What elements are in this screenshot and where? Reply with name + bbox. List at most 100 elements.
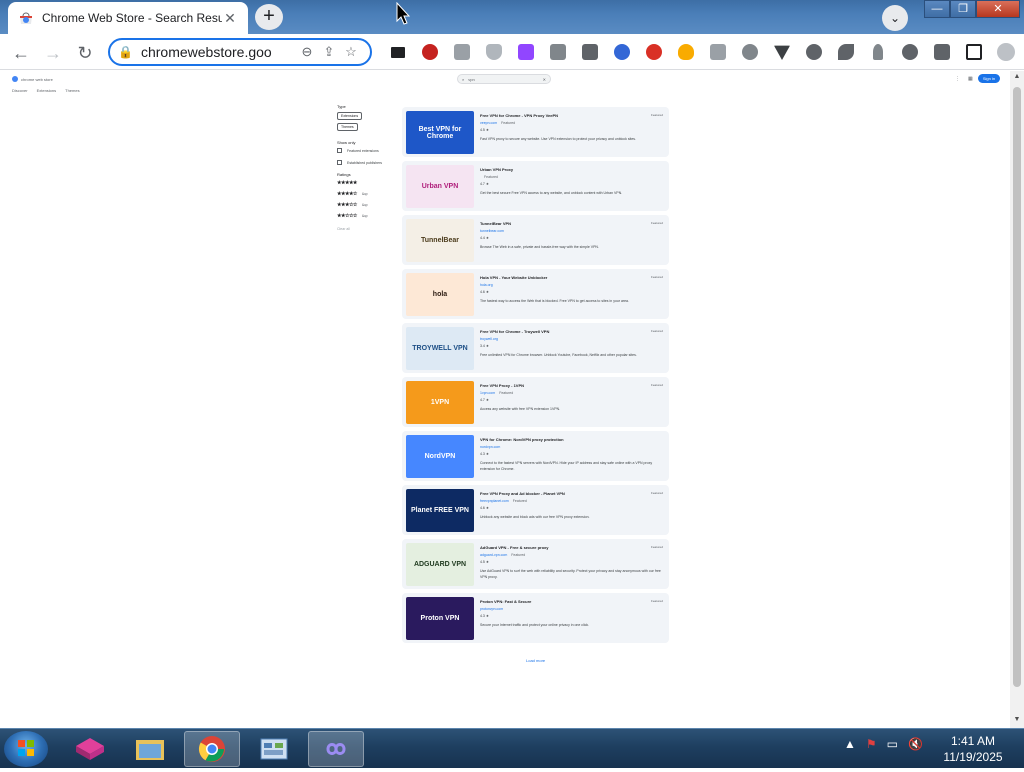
rating-5[interactable]: ★★★★★	[337, 180, 397, 186]
volume-muted-icon[interactable]: 🔇	[908, 737, 923, 751]
flag-alert-icon[interactable]: ⚑	[866, 737, 877, 751]
publisher-link[interactable]: tunnelbear.com	[480, 229, 504, 233]
result-card[interactable]: Planet FREE VPN Free VPN Proxy and Ad blo…	[402, 485, 669, 535]
maximize-button[interactable]: ❐	[950, 0, 976, 18]
storage-icon[interactable]	[702, 42, 734, 62]
rating-3[interactable]: ★★★☆☆ & up	[337, 202, 397, 208]
tab-search-button[interactable]: ⌄	[882, 5, 908, 31]
tab-close-icon[interactable]: ✕	[222, 10, 238, 26]
start-button[interactable]	[4, 731, 48, 767]
check-featured[interactable]: Featured extensions	[337, 148, 397, 153]
publisher-link[interactable]: veepn.com	[480, 121, 497, 125]
publisher-link[interactable]: adguard-vpn.com	[480, 553, 507, 557]
back-button[interactable]: ←	[8, 40, 34, 66]
publisher-link[interactable]: 1vpn.com	[480, 391, 495, 395]
camera-icon[interactable]	[446, 42, 478, 62]
side-panel-icon[interactable]	[958, 42, 990, 62]
result-card[interactable]: ADGUARD VPN AdGuard VPN - Free & secure p…	[402, 539, 669, 589]
load-more-button[interactable]: Load more	[526, 658, 545, 663]
zoom-icon[interactable]: ⊖	[296, 44, 318, 60]
rocket-icon[interactable]	[862, 42, 894, 62]
share-icon[interactable]: ⇪	[318, 44, 340, 60]
result-thumbnail[interactable]: Proton VPN	[406, 597, 474, 640]
check-established[interactable]: Established publishers	[337, 160, 397, 165]
close-window-button[interactable]: ✕	[976, 0, 1020, 18]
taskbar-infinity-app[interactable]	[308, 731, 364, 767]
result-title[interactable]: Hola VPN - Your Website Unblocker	[480, 275, 547, 280]
more-vert-icon[interactable]: ⋮	[955, 76, 960, 82]
result-card[interactable]: TunnelBear TunnelBear VPN Featured tunnelbe…	[402, 215, 669, 265]
cws-logo[interactable]: chrome web store	[12, 76, 53, 82]
result-card[interactable]: Urban VPN Urban VPN Proxy Featured 4.7 ★ Get…	[402, 161, 669, 211]
new-tab-button[interactable]: +	[255, 4, 283, 30]
result-thumbnail[interactable]: 1VPN	[406, 381, 474, 424]
result-title[interactable]: Urban VPN Proxy	[480, 167, 513, 172]
show-hidden-icons-icon[interactable]: ▲	[844, 737, 856, 751]
nav-extensions[interactable]: Extensions	[37, 88, 57, 93]
taskbar-chrome[interactable]	[184, 731, 240, 767]
result-card[interactable]: 1VPN Free VPN Proxy - 1VPN Featured 1vpn.co…	[402, 377, 669, 427]
apps-grid-icon[interactable]: ▦	[968, 76, 973, 82]
profile-avatar-icon[interactable]	[990, 42, 1022, 62]
result-thumbnail[interactable]: hola	[406, 273, 474, 316]
clear-filters-link[interactable]: Clear all	[337, 227, 397, 231]
chip-themes[interactable]: Themes	[337, 123, 358, 131]
nav-themes[interactable]: Themes	[65, 88, 79, 93]
minimize-button[interactable]: —	[924, 0, 950, 18]
result-title[interactable]: Proton VPN: Fast & Secure	[480, 599, 531, 604]
taskbar-file-explorer[interactable]	[122, 731, 178, 767]
result-thumbnail[interactable]: NordVPN	[406, 435, 474, 478]
badge-extension-icon[interactable]	[542, 42, 574, 62]
reload-button[interactable]: ↻	[72, 40, 98, 66]
signin-button[interactable]: Sign in	[978, 74, 1000, 83]
nav-discover[interactable]: Discover	[12, 88, 28, 93]
scroll-up-icon[interactable]: ▲	[1013, 73, 1021, 83]
leaf-extension-icon[interactable]	[830, 42, 862, 62]
cws-search-input[interactable]: ⌕ vpn ✕	[457, 74, 551, 84]
scroll-thumb[interactable]	[1013, 87, 1021, 687]
result-thumbnail[interactable]: TunnelBear	[406, 219, 474, 262]
chip-extensions[interactable]: Extensions	[337, 112, 363, 120]
puzzle-pattern-icon[interactable]	[574, 42, 606, 62]
vpn-triangle-icon[interactable]	[766, 42, 798, 62]
scroll-down-icon[interactable]: ▼	[1013, 716, 1021, 726]
taskbar-control-panel[interactable]	[246, 731, 302, 767]
browser-tab[interactable]: Chrome Web Store - Search Resu ✕	[8, 2, 248, 34]
bookmark-star-icon[interactable]: ☆	[340, 44, 362, 60]
result-card[interactable]: NordVPN VPN for Chrome: NordVPN proxy pro…	[402, 431, 669, 481]
taskbar-clock[interactable]: 1:41 AM 11/19/2025	[934, 733, 1012, 765]
result-thumbnail[interactable]: Best VPN for Chrome	[406, 111, 474, 154]
result-title[interactable]: Free VPN for Chrome - VPN Proxy VeePN	[480, 113, 558, 118]
result-title[interactable]: Free VPN for Chrome - Troywell VPN	[480, 329, 549, 334]
publisher-link[interactable]: hola.org	[480, 283, 493, 287]
eye-slash-icon[interactable]	[894, 42, 926, 62]
result-thumbnail[interactable]: ADGUARD VPN	[406, 543, 474, 586]
result-card[interactable]: Proton VPN Proton VPN: Fast & Secure Featu…	[402, 593, 669, 643]
puzzle-piece-icon[interactable]	[926, 42, 958, 62]
result-title[interactable]: Free VPN Proxy and Ad blocker - Planet V…	[480, 491, 565, 496]
rating-2[interactable]: ★★☆☆☆ & up	[337, 213, 397, 219]
result-title[interactable]: Free VPN Proxy - 1VPN	[480, 383, 524, 388]
publisher-link[interactable]: freevpnplanet.com	[480, 499, 509, 503]
extension-s-icon[interactable]	[414, 42, 446, 62]
rating-4[interactable]: ★★★★☆ & up	[337, 191, 397, 197]
mask-icon[interactable]	[734, 42, 766, 62]
result-thumbnail[interactable]: TROYWELL VPN	[406, 327, 474, 370]
flame-icon[interactable]	[670, 42, 702, 62]
result-card[interactable]: TROYWELL VPN Free VPN for Chrome - Troywe…	[402, 323, 669, 373]
page-scrollbar[interactable]: ▲ ▼	[1010, 71, 1024, 728]
publisher-link[interactable]: nordvpn.com	[480, 445, 500, 449]
result-title[interactable]: AdGuard VPN - Free & secure proxy	[480, 545, 548, 550]
address-url[interactable]: chromewebstore.goo	[141, 44, 296, 60]
spider-icon[interactable]	[638, 42, 670, 62]
address-bar[interactable]: 🔒 chromewebstore.goo ⊖ ⇪ ☆	[108, 38, 372, 66]
publisher-link[interactable]: protonvpn.com	[480, 607, 503, 611]
clear-search-icon[interactable]: ✕	[543, 77, 546, 82]
result-title[interactable]: TunnelBear VPN	[480, 221, 511, 226]
result-thumbnail[interactable]: Urban VPN	[406, 165, 474, 208]
globe-extension-icon[interactable]	[606, 42, 638, 62]
circle-extension-icon[interactable]	[798, 42, 830, 62]
forward-button[interactable]: →	[40, 40, 66, 66]
media-router-icon[interactable]	[382, 42, 414, 62]
shield-icon[interactable]	[478, 42, 510, 62]
